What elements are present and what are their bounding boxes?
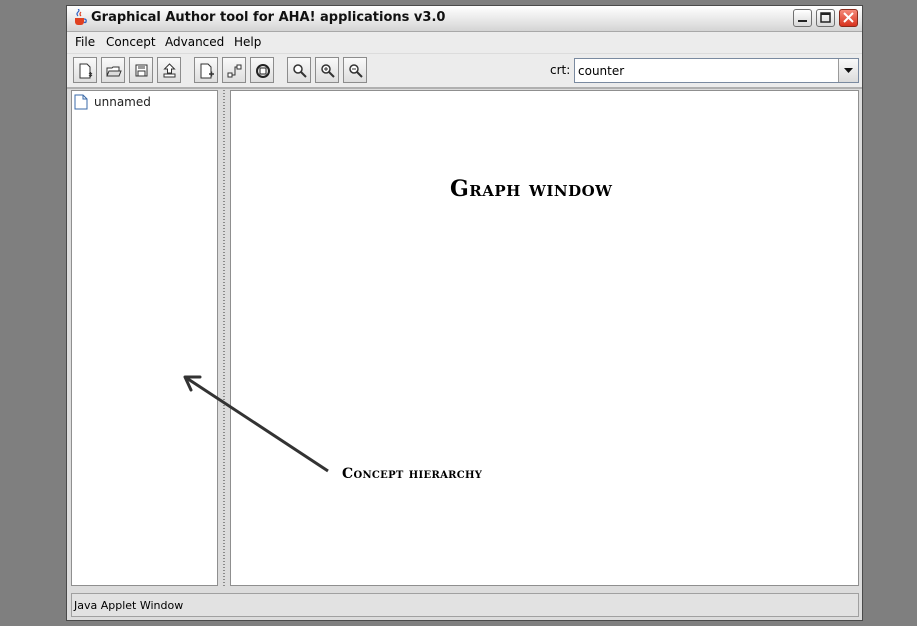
annotation-arrow-icon <box>183 375 329 473</box>
